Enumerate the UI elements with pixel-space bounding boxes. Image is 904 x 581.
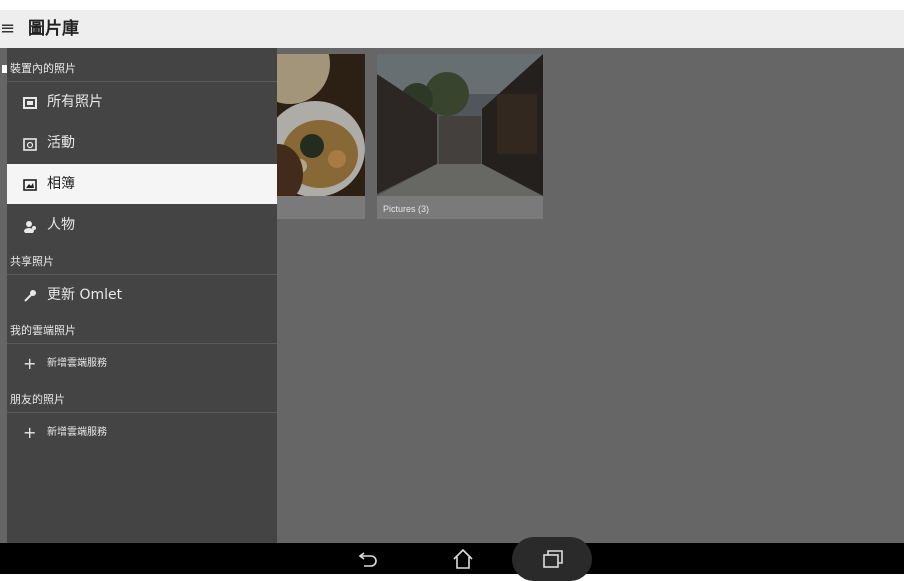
app-bar: ≡ 圖片庫 — [0, 10, 904, 48]
drawer-item-label: 更新 Omlet — [47, 287, 123, 303]
drawer-item-label: 活動 — [47, 135, 75, 151]
section-header: 裝置內的照片 — [2, 57, 277, 82]
section-marker — [2, 65, 7, 73]
back-icon[interactable] — [356, 547, 382, 571]
wrench-icon — [24, 290, 36, 302]
drawer-item-add-cloud-service-friends[interactable]: + 新增雲端服務 — [7, 413, 277, 453]
album-caption: Pictures (3) — [383, 204, 430, 214]
section-header: 我的雲端照片 — [7, 319, 277, 344]
drawer-item-label: 新增雲端服務 — [47, 427, 107, 438]
section-header: 朋友的照片 — [7, 388, 277, 413]
drawer-item-label: 相簿 — [47, 176, 75, 192]
album-icon — [23, 179, 37, 191]
photos-icon — [23, 97, 37, 109]
drawer-item-events[interactable]: 活動 — [7, 123, 277, 163]
recents-icon[interactable] — [540, 547, 566, 571]
drawer-item-all-photos[interactable]: 所有照片 — [7, 82, 277, 122]
drawer-item-add-cloud-service[interactable]: + 新增雲端服務 — [7, 344, 277, 384]
navigation-drawer: 裝置內的照片 所有照片 活動 相簿 人物 共享照片 更新 Omlet 我的雲端照… — [2, 48, 277, 543]
plus-icon: + — [23, 354, 37, 373]
drawer-item-update-omlet[interactable]: 更新 Omlet — [7, 275, 277, 315]
drawer-item-label: 新增雲端服務 — [47, 358, 107, 369]
drawer-item-label: 人物 — [47, 217, 75, 233]
system-nav-bar — [0, 537, 904, 581]
drawer-item-people[interactable]: 人物 — [7, 205, 277, 245]
album-thumbnail — [377, 54, 543, 196]
album-card[interactable]: Pictures (3) — [377, 54, 543, 219]
home-icon[interactable] — [450, 547, 476, 571]
section-header: 共享照片 — [7, 250, 277, 275]
drawer-item-label: 所有照片 — [47, 94, 103, 110]
plus-icon: + — [23, 423, 37, 442]
calendar-icon — [23, 138, 37, 151]
menu-icon[interactable]: ≡ — [0, 18, 15, 40]
page-title: 圖片庫 — [28, 19, 79, 39]
people-icon — [24, 221, 36, 233]
drawer-item-albums[interactable]: 相簿 — [7, 164, 277, 204]
